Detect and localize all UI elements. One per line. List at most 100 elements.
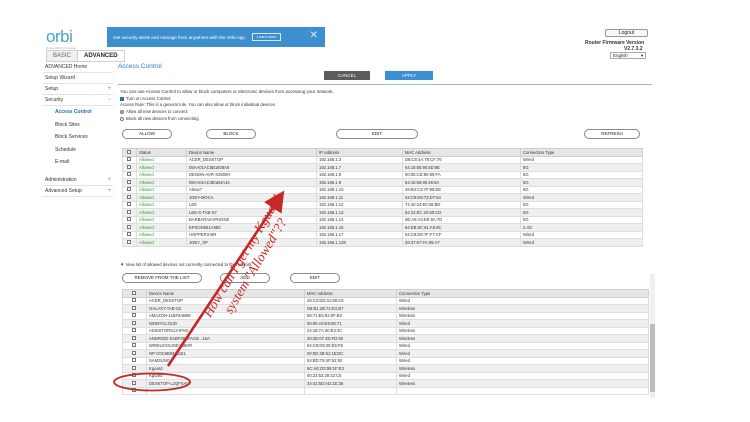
checkbox[interactable] (126, 164, 131, 169)
checkbox[interactable] (126, 172, 131, 177)
scrollbar[interactable] (650, 274, 655, 398)
table-row[interactable]: Allowed BARBARAS-IPHONE 192.168.1.14 6E:A5:… (122, 215, 643, 224)
checkbox[interactable] (126, 232, 131, 237)
edit-button[interactable]: EDIT (336, 129, 418, 139)
checkbox[interactable] (131, 305, 136, 310)
sidebar-item-security[interactable]: Security − (43, 95, 113, 106)
row-select-cell[interactable] (122, 200, 137, 209)
table-row[interactable]: Allowed JOEY-MOCA 192.168.1.11 04:C9:D9:73:… (122, 193, 643, 202)
row-select-cell[interactable] (122, 208, 137, 217)
sidebar-subitem-block-services[interactable]: Block Services (43, 131, 113, 144)
row-select-cell[interactable] (122, 319, 147, 328)
checkbox[interactable] (126, 194, 131, 199)
checkbox[interactable] (131, 343, 136, 348)
remove-from-list-button[interactable]: REMOVE FROM THE LIST (122, 273, 202, 283)
checkbox[interactable] (126, 149, 131, 154)
table-row[interactable]: DESKTOP-L2QFSAC 34:41:5D:AD:1E:36 Wireless (122, 379, 649, 388)
table-row[interactable]: Allowed DENON-AVR-X2500H 192.168.1.8 00:05:… (122, 170, 643, 179)
row-select-cell[interactable] (122, 386, 147, 395)
learn-more-button[interactable]: Learn more (252, 33, 282, 41)
select-all-header[interactable] (122, 148, 137, 157)
row-select-cell[interactable] (122, 155, 137, 164)
block-all-option[interactable]: Block all new devices from connecting (120, 116, 199, 121)
row-select-cell[interactable] (122, 311, 147, 320)
row-select-cell[interactable] (122, 163, 137, 172)
checkbox[interactable] (131, 388, 136, 393)
sidebar-item-setup[interactable]: Setup + (43, 84, 113, 95)
sidebar-item-setup-wizard[interactable]: Setup Wizard (43, 73, 113, 84)
row-select-cell[interactable] (122, 356, 147, 365)
table-row[interactable]: ASSISTORS13-IPAD 24:18:7A:30:E3:4C Wireles… (122, 326, 649, 335)
cancel-button[interactable]: CANCEL (324, 71, 370, 80)
checkbox[interactable] (131, 358, 136, 363)
table-row[interactable]: Allowed ACER_DESKTOP 192.168.1.3 D8:C8:4A:7… (122, 155, 643, 164)
row-select-cell[interactable] (122, 223, 137, 232)
sidebar-subitem-access-control[interactable]: Access Control (43, 106, 113, 119)
checkbox[interactable] (131, 298, 136, 303)
row-select-cell[interactable] (122, 215, 137, 224)
row-select-cell[interactable] (122, 334, 147, 343)
scrollbar-thumb[interactable] (650, 324, 655, 392)
row-select-cell[interactable] (122, 238, 137, 247)
checkbox[interactable] (126, 209, 131, 214)
sidebar-item-administration[interactable]: Administration + (43, 175, 113, 186)
checkbox[interactable] (131, 335, 136, 340)
edit-button-2[interactable]: EDIT (290, 273, 340, 283)
allow-all-option[interactable]: Allow all new devices to connect (120, 109, 188, 114)
radio-unselected[interactable] (120, 116, 124, 121)
table-row[interactable]: Allowed 08AA01AC4B1B4A44 192.168.1.9 64:16:… (122, 178, 643, 187)
checkbox[interactable] (131, 350, 136, 355)
turn-on-access-control[interactable]: Turn on Access Control (120, 96, 171, 101)
block-button[interactable]: BLOCK (206, 129, 256, 139)
apply-button[interactable]: APPLY (385, 71, 433, 80)
sidebar-subitem-schedule[interactable]: Schedule (43, 144, 113, 157)
row-select-cell[interactable] (122, 230, 137, 239)
row-select-cell[interactable] (122, 349, 147, 358)
table-row[interactable]: Allowed EPSON561A98C 192.168.1.15 64:EB:8C:… (122, 223, 643, 232)
table-row[interactable]: SAMSUNG 54:BD:79:4F:52:92 Wired (122, 356, 649, 365)
checkbox[interactable] (126, 202, 131, 207)
checkbox[interactable] (126, 179, 131, 184)
table-row[interactable]: WDMYCLOUD 00:90:A9:E0:80:71 Wired (122, 319, 649, 328)
table-row[interactable]: Allowed 08AA01AC6B1608A5 192.168.1.7 64:16:… (122, 163, 643, 172)
tab-advanced[interactable]: ADVANCED (78, 50, 125, 62)
checkbox[interactable] (131, 320, 136, 325)
checkbox[interactable] (131, 373, 136, 378)
checkbox[interactable] (131, 313, 136, 318)
checkbox[interactable] (131, 380, 136, 385)
table-row[interactable] (122, 386, 649, 395)
sidebar-item-advanced-home[interactable]: ADVANCED Home (43, 62, 113, 73)
select-all-header[interactable] (122, 289, 147, 298)
table-row[interactable]: Allowed LEE-S-TAB-S7 192.168.1.13 52:22:EC:… (122, 208, 643, 217)
table-row[interactable]: NP-C0C6B9341151 00:0D:4B:51:15:DC Wired (122, 349, 649, 358)
row-select-cell[interactable] (122, 178, 137, 187)
checkbox[interactable] (126, 239, 131, 244)
checkbox-checked[interactable] (120, 96, 124, 101)
table-row[interactable]: Allowed JOEY_XP 192.168.1.138 28:37:67:FA:0… (122, 238, 643, 247)
table-row[interactable]: Kguard 00:23:63:29:32:C5 Wired (122, 371, 649, 380)
row-select-cell[interactable] (122, 326, 147, 335)
sidebar-subitem-email[interactable]: E-mail (43, 156, 113, 169)
row-select-cell[interactable] (122, 185, 137, 194)
table-row[interactable]: Allowed HOPPER3-BR 192.168.1.17 04:C9:D9:7F… (122, 230, 643, 239)
row-select-cell[interactable] (122, 341, 147, 350)
checkbox[interactable] (126, 187, 131, 192)
checkbox[interactable] (126, 224, 131, 229)
checkbox[interactable] (131, 290, 136, 295)
table-row[interactable]: ACER_DESKTOP 28:C2:DD:31:88:C6 Wired (122, 296, 649, 305)
row-select-cell[interactable] (122, 170, 137, 179)
table-row[interactable]: WIRELESSJOEY360FI 84:C9:D9:26:E5:F8 Wired (122, 341, 649, 350)
sidebar-subitem-block-sites[interactable]: Block Sites (43, 119, 113, 132)
logout-button[interactable]: Logout (605, 29, 648, 37)
allow-button[interactable]: ALLOW (122, 129, 172, 139)
table-row[interactable]: Kguard 9C:AE:D3:99:1F:E3 Wireless (122, 364, 649, 373)
checkbox[interactable] (131, 365, 136, 370)
row-select-cell[interactable] (122, 304, 147, 313)
close-icon[interactable]: ✕ (310, 30, 318, 42)
checkbox[interactable] (126, 157, 131, 162)
row-select-cell[interactable] (122, 371, 147, 380)
language-select[interactable]: English ▼ (610, 52, 646, 59)
table-row[interactable]: Allowed LEE 192.168.1.12 74:40:24:E0:36:BD 5… (122, 200, 643, 209)
checkbox[interactable] (126, 217, 131, 222)
row-select-cell[interactable] (122, 296, 147, 305)
